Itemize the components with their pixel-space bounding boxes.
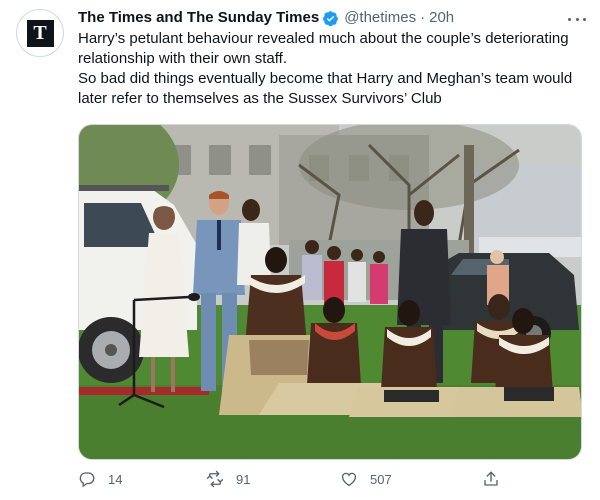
more-icon[interactable] [568,10,586,28]
separator-dot: · [420,9,426,26]
retweet-count: 91 [236,471,251,487]
tweet-actions: 14 91 507 [78,470,578,494]
timestamp[interactable]: 20h [429,8,454,28]
user-handle[interactable]: @thetimes [344,8,416,28]
tweet-paragraph: Harry’s petulant behaviour revealed much… [78,30,569,67]
like-icon [340,470,358,488]
display-name[interactable]: The Times and The Sunday Times [78,8,319,28]
photo-scene [79,125,581,459]
avatar[interactable]: T [16,9,64,57]
reply-button[interactable]: 14 [78,470,122,488]
like-button[interactable]: 507 [340,470,392,488]
reply-icon [78,470,96,488]
share-button[interactable] [482,470,500,488]
retweet-icon [206,470,224,488]
tweet-text: Harry’s petulant behaviour revealed much… [78,29,578,109]
share-icon [482,470,500,488]
times-logo: T [26,19,54,47]
verified-badge-icon [322,10,339,27]
tweet-paragraph: So bad did things eventually become that… [78,70,573,107]
reply-count: 14 [108,471,123,487]
retweet-button[interactable]: 91 [206,470,250,488]
like-count: 507 [370,471,392,487]
tweet-photo[interactable] [78,124,582,460]
tweet-card[interactable]: T The Times and The Sunday Times @thetim… [0,0,600,500]
tweet-header: The Times and The Sunday Times @thetimes… [78,8,560,28]
